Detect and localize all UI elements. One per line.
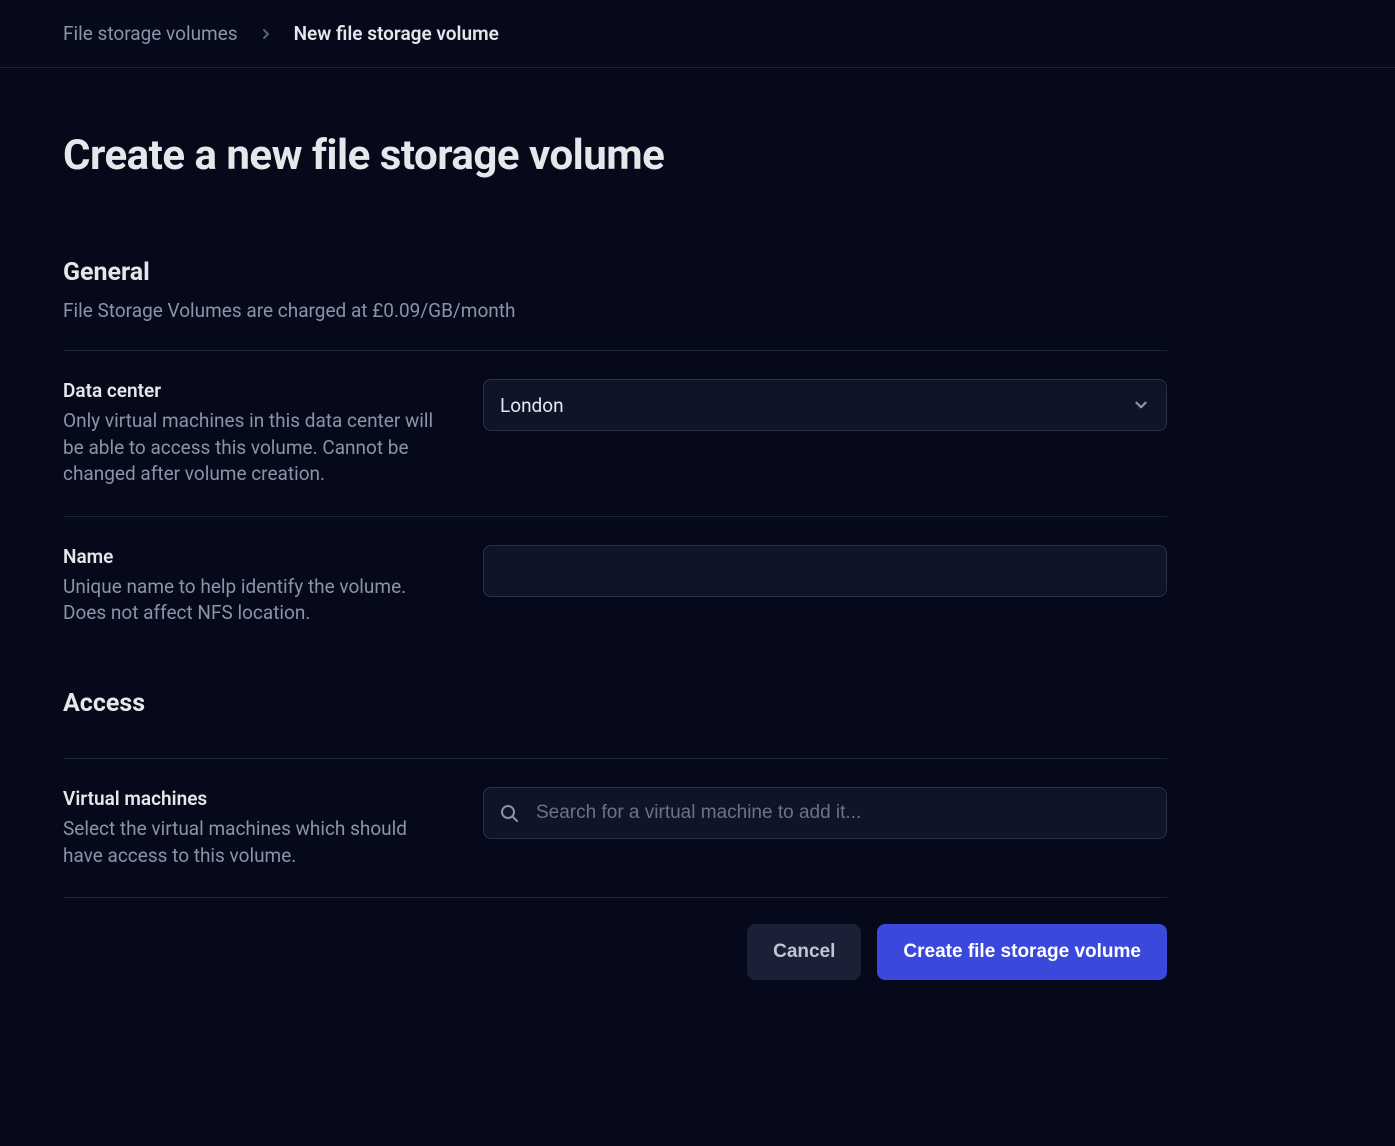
breadcrumb-current: New file storage volume xyxy=(294,22,499,45)
form-label-col: Virtual machines Select the virtual mach… xyxy=(63,787,443,869)
breadcrumb-parent-link[interactable]: File storage volumes xyxy=(63,22,238,45)
form-control-col xyxy=(483,545,1167,627)
chevron-right-icon xyxy=(258,26,274,42)
virtual-machines-label: Virtual machines xyxy=(63,787,443,810)
data-center-label: Data center xyxy=(63,379,443,402)
vm-search-wrapper xyxy=(483,787,1167,839)
name-helper: Unique name to help identify the volume.… xyxy=(63,574,443,627)
page-title: Create a new file storage volume xyxy=(63,131,1167,180)
cancel-button[interactable]: Cancel xyxy=(747,924,861,980)
name-label: Name xyxy=(63,545,443,568)
form-row-data-center: Data center Only virtual machines in thi… xyxy=(63,351,1167,516)
vm-search-input[interactable] xyxy=(483,787,1167,839)
form-label-col: Data center Only virtual machines in thi… xyxy=(63,379,443,488)
virtual-machines-helper: Select the virtual machines which should… xyxy=(63,816,443,869)
data-center-helper: Only virtual machines in this data cente… xyxy=(63,408,443,488)
main-content: Create a new file storage volume General… xyxy=(0,68,1230,1020)
data-center-value: London xyxy=(500,394,564,417)
form-row-name: Name Unique name to help identify the vo… xyxy=(63,517,1167,655)
section-heading-general: General xyxy=(63,258,1167,287)
section-subtext-general: File Storage Volumes are charged at £0.0… xyxy=(63,299,1167,322)
search-icon xyxy=(499,803,519,823)
create-button[interactable]: Create file storage volume xyxy=(877,924,1167,980)
name-input[interactable] xyxy=(483,545,1167,597)
form-label-col: Name Unique name to help identify the vo… xyxy=(63,545,443,627)
button-row: Cancel Create file storage volume xyxy=(63,898,1167,980)
section-heading-access: Access xyxy=(63,689,1167,718)
data-center-select-wrapper: London xyxy=(483,379,1167,431)
form-control-col: London xyxy=(483,379,1167,488)
breadcrumb: File storage volumes New file storage vo… xyxy=(0,0,1395,68)
chevron-down-icon xyxy=(1132,396,1150,414)
data-center-select[interactable]: London xyxy=(483,379,1167,431)
section-general: General File Storage Volumes are charged… xyxy=(63,258,1167,655)
form-control-col xyxy=(483,787,1167,869)
section-access: Access Virtual machines Select the virtu… xyxy=(63,689,1167,980)
form-row-virtual-machines: Virtual machines Select the virtual mach… xyxy=(63,759,1167,897)
